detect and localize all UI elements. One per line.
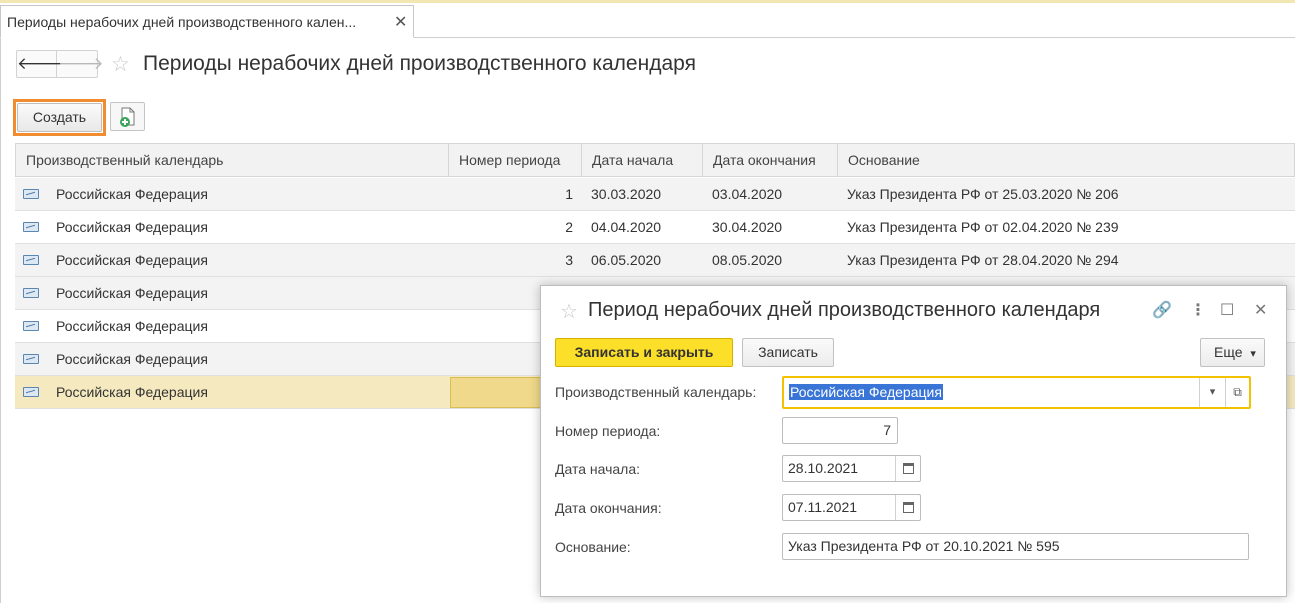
table-row[interactable]: Российская Федерация 1 30.03.2020 03.04.… [15,178,1295,211]
cell-end: 30.04.2020 [712,219,783,235]
table-row[interactable]: Российская Федерация 3 06.05.2020 08.05.… [15,244,1295,277]
start-calendar-button[interactable] [895,456,920,481]
copy-document-icon [120,107,135,127]
tab-close-icon[interactable]: ✕ [394,12,407,32]
period-edit-dialog: ☆ Период нерабочих дней производственног… [540,285,1287,597]
copy-button[interactable] [110,102,145,131]
column-header-number[interactable]: Номер периода [449,144,582,176]
cell-start: 04.04.2020 [591,219,662,235]
calendar-icon [903,502,914,513]
create-button[interactable]: Создать [17,103,102,132]
link-icon[interactable]: 🔗 [1152,300,1172,320]
left-border [0,38,1,603]
cell-basis: Указ Президента РФ от 25.03.2020 № 206 [847,186,1119,202]
cell-number: 3 [565,252,573,268]
tab-nonworking-periods[interactable]: Периоды нерабочих дней производственного… [0,5,414,38]
cell-number: 1 [565,186,573,202]
navigation-buttons: 🡐 🡒 [16,50,104,78]
cell-calendar: Российская Федерация [56,252,208,268]
calendar-field-label: Производственный календарь: [555,384,757,400]
more-button-label: Еще [1214,344,1243,360]
calendar-field[interactable]: Российская Федерация ▾ ⧉ [782,376,1251,409]
start-date-value: 28.10.2021 [788,460,859,476]
table-header: Производственный календарь Номер периода… [15,143,1295,177]
cell-end: 03.04.2020 [712,186,783,202]
end-date-label: Дата окончания: [555,500,662,516]
cell-calendar: Российская Федерация [56,285,208,301]
dialog-title: Период нерабочих дней производственного … [588,299,1101,321]
catalog-item-icon [23,387,39,397]
more-actions-icon[interactable]: ⋮ [1190,300,1206,320]
table-row[interactable]: Российская Федерация 2 04.04.2020 30.04.… [15,211,1295,244]
number-field-value: 7 [883,422,891,438]
cell-basis: Указ Президента РФ от 02.04.2020 № 239 [847,219,1119,235]
number-field-label: Номер периода: [555,423,661,439]
maximize-icon[interactable]: ☐ [1220,300,1234,320]
save-and-close-button[interactable]: Записать и закрыть [555,338,733,367]
cell-calendar: Российская Федерация [56,384,208,400]
cell-start: 30.03.2020 [591,186,662,202]
cell-calendar: Российская Федерация [56,318,208,334]
dialog-close-icon[interactable]: ✕ [1254,300,1267,320]
cell-calendar: Российская Федерация [56,219,208,235]
cell-calendar: Российская Федерация [56,351,208,367]
more-button[interactable]: Еще ▾ [1200,338,1265,367]
catalog-item-icon [23,354,39,364]
forward-button[interactable]: 🡒 [58,51,104,77]
cell-number: 2 [565,219,573,235]
end-date-value: 07.11.2021 [788,499,858,515]
dialog-favorite-star-icon[interactable]: ☆ [560,299,578,324]
tab-title: Периоды нерабочих дней производственного… [7,14,357,30]
back-button[interactable]: 🡐 [17,51,63,77]
basis-field[interactable]: Указ Президента РФ от 20.10.2021 № 595 [782,533,1249,560]
catalog-item-icon [23,255,39,265]
cell-start: 06.05.2020 [591,252,662,268]
number-field[interactable]: 7 [782,417,898,444]
calendar-icon [903,463,914,474]
calendar-field-value: Российская Федерация [789,384,943,400]
end-calendar-button[interactable] [895,495,920,520]
basis-field-label: Основание: [555,539,631,555]
start-date-label: Дата начала: [555,461,641,477]
column-header-start[interactable]: Дата начала [582,144,703,176]
dropdown-arrow-icon[interactable]: ▾ [1199,378,1225,407]
catalog-item-icon [23,189,39,199]
catalog-item-icon [23,321,39,331]
cell-calendar: Российская Федерация [56,186,208,202]
tab-bar: Периоды нерабочих дней производственного… [0,3,1295,38]
cell-end: 08.05.2020 [712,252,783,268]
column-header-end[interactable]: Дата окончания [703,144,838,176]
basis-field-value: Указ Президента РФ от 20.10.2021 № 595 [788,538,1060,554]
catalog-item-icon [23,222,39,232]
save-button[interactable]: Записать [742,338,834,367]
favorite-star-icon[interactable]: ☆ [111,52,130,77]
cell-basis: Указ Президента РФ от 28.04.2020 № 294 [847,252,1119,268]
end-date-field[interactable]: 07.11.2021 [782,494,921,521]
open-icon[interactable]: ⧉ [1225,378,1249,407]
catalog-item-icon [23,288,39,298]
chevron-down-icon: ▾ [1250,348,1256,360]
start-date-field[interactable]: 28.10.2021 [782,455,921,482]
column-header-basis[interactable]: Основание [838,144,1294,176]
column-header-calendar[interactable]: Производственный календарь [16,144,449,176]
page-title: Периоды нерабочих дней производственного… [143,52,696,75]
